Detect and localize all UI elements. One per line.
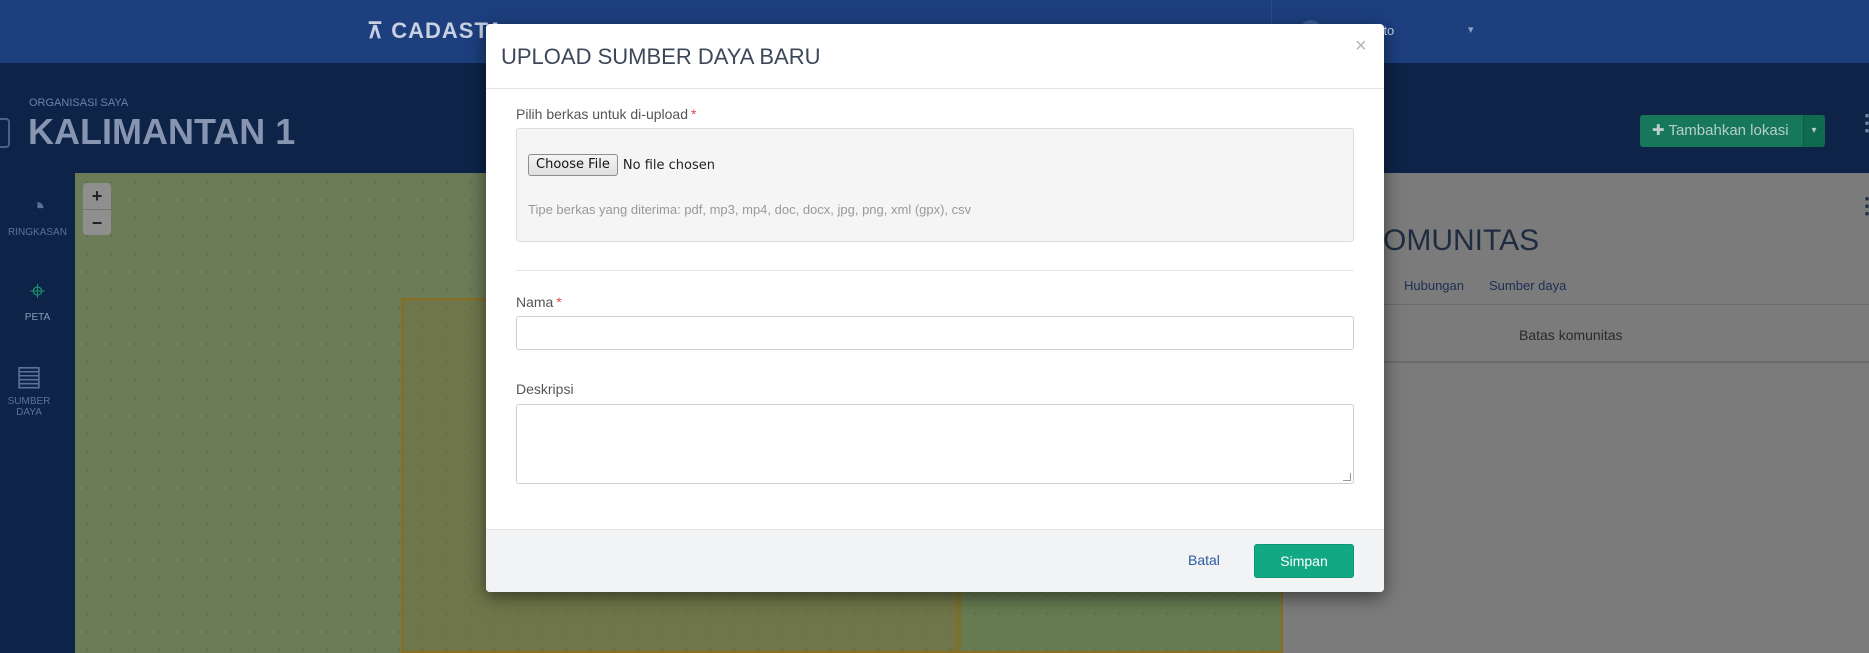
modal-footer: Batal Simpan xyxy=(486,529,1384,592)
description-label: Deskripsi xyxy=(516,381,574,397)
cancel-button[interactable]: Batal xyxy=(1188,552,1220,568)
required-marker: * xyxy=(691,106,697,122)
file-label: Pilih berkas untuk di-upload * xyxy=(516,106,696,122)
file-label-text: Pilih berkas untuk di-upload xyxy=(516,106,688,122)
accepted-file-types-hint: Tipe berkas yang diterima: pdf, mp3, mp4… xyxy=(528,202,972,217)
name-label-text: Nama xyxy=(516,294,554,310)
file-upload-area: Choose File No file chosen Tipe berkas y… xyxy=(516,128,1354,242)
name-label: Nama * xyxy=(516,294,562,310)
choose-file-button[interactable]: Choose File xyxy=(528,154,618,176)
resize-handle[interactable] xyxy=(1343,473,1351,481)
name-input[interactable] xyxy=(516,316,1354,350)
save-button[interactable]: Simpan xyxy=(1254,544,1354,578)
modal-title: UPLOAD SUMBER DAYA BARU xyxy=(501,44,821,69)
file-status: No file chosen xyxy=(622,157,715,173)
file-input[interactable]: Choose File No file chosen xyxy=(528,154,715,176)
required-marker: * xyxy=(556,294,562,310)
modal-header: UPLOAD SUMBER DAYA BARU × xyxy=(486,24,1384,89)
upload-resource-modal: UPLOAD SUMBER DAYA BARU × Pilih berkas u… xyxy=(486,24,1384,592)
close-icon[interactable]: × xyxy=(1355,36,1367,56)
description-textarea[interactable] xyxy=(516,404,1354,484)
divider xyxy=(516,270,1354,271)
